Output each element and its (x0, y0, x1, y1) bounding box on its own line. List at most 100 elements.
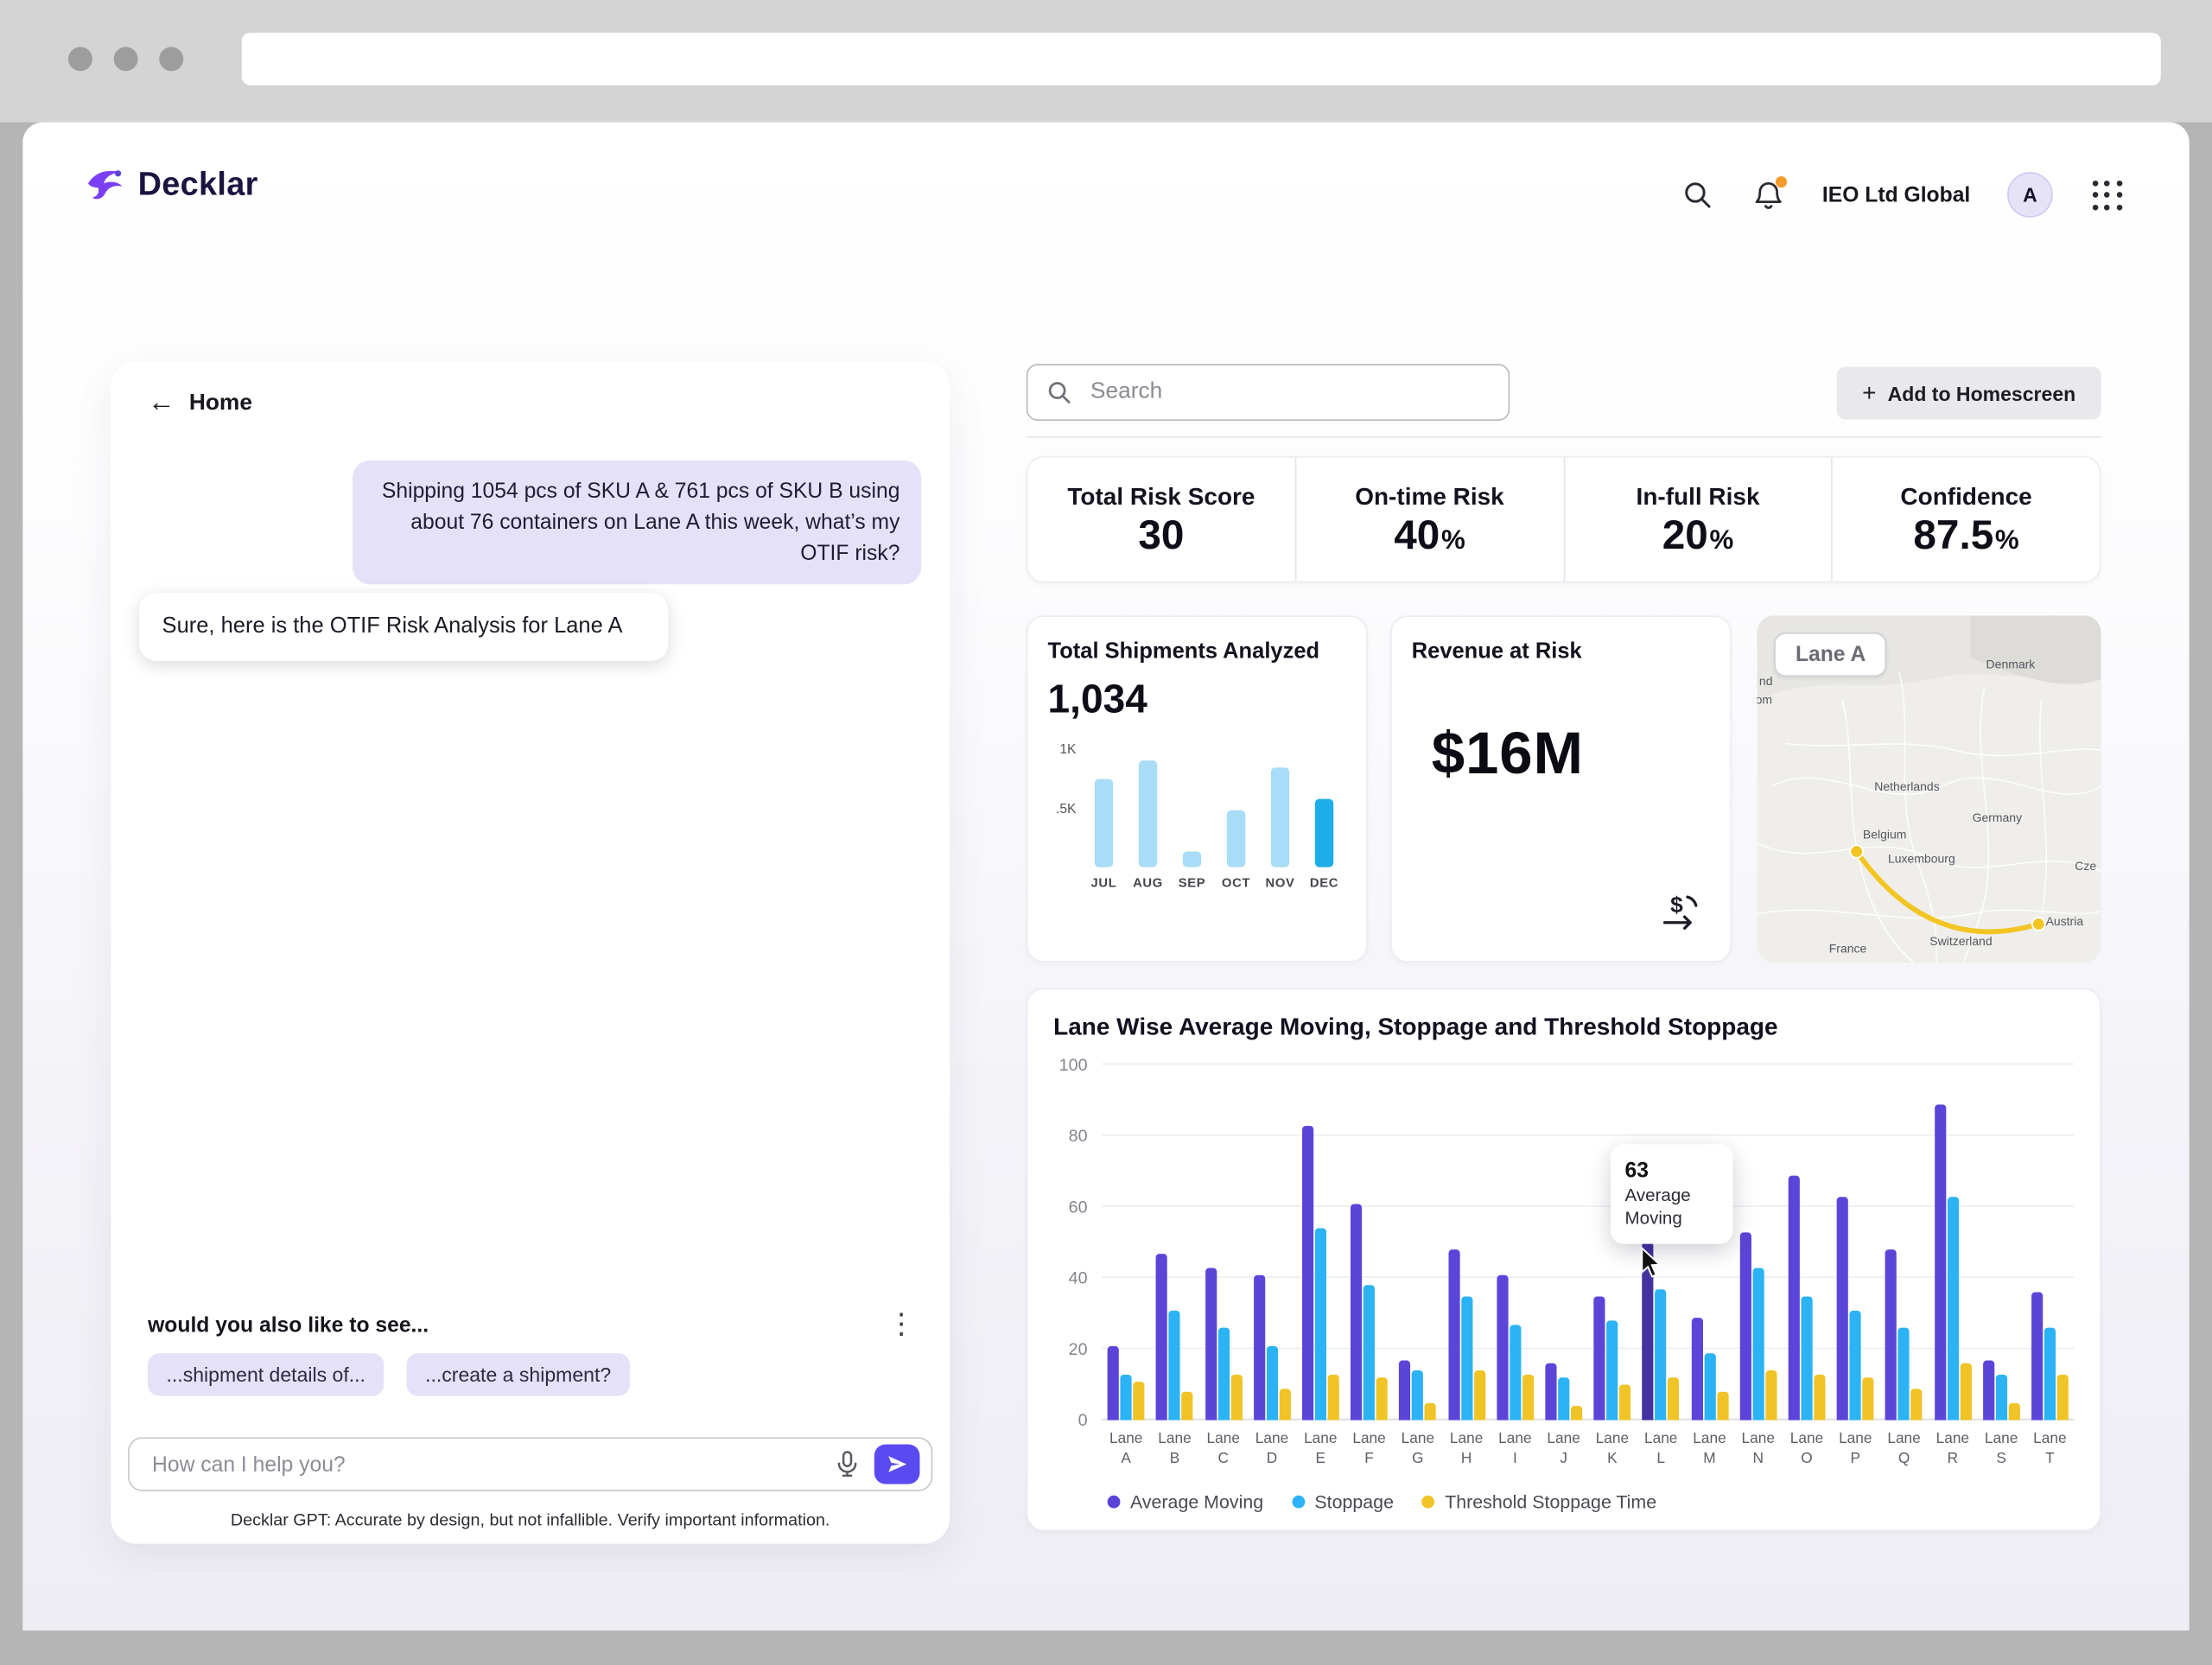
lane-group-e: LaneE (1296, 1064, 1344, 1469)
browser-chrome (0, 0, 2212, 122)
header-search-icon[interactable] (1680, 178, 1713, 212)
xtick-label: LaneN (1742, 1430, 1775, 1469)
microphone-icon[interactable] (829, 1446, 866, 1483)
shipments-title: Total Shipments Analyzed (1048, 639, 1347, 665)
lane-group-j: LaneJ (1540, 1064, 1588, 1469)
bar-threshold-stoppage-time (1571, 1406, 1582, 1420)
tooltip-value: 63 (1625, 1159, 1719, 1183)
legend-dot (1292, 1496, 1305, 1509)
window-close-button[interactable] (68, 47, 92, 71)
xtick-label: LaneE (1304, 1430, 1337, 1469)
mini-bar-slot (1258, 742, 1302, 867)
bar-threshold-stoppage-time (1522, 1374, 1534, 1420)
bar-stoppage (1606, 1320, 1618, 1420)
bar-average-moving (1545, 1363, 1556, 1420)
lane-group-m: LaneM (1685, 1064, 1733, 1469)
bar-group (1205, 1064, 1242, 1420)
decklar-logo[interactable]: Decklar (86, 165, 258, 203)
xtick-label: LaneO (1790, 1430, 1823, 1469)
bar-group (1156, 1064, 1193, 1420)
bar-threshold-stoppage-time (1717, 1392, 1728, 1420)
xtick-label: LaneM (1693, 1430, 1726, 1469)
lane-group-b: LaneB (1150, 1064, 1198, 1469)
lane-chart-card: Lane Wise Average Moving, Stoppage and T… (1027, 988, 2101, 1530)
bar-threshold-stoppage-time (2057, 1374, 2069, 1420)
stat-total-risk-score: Total Risk Score30 (1028, 458, 1295, 581)
stat-confidence: Confidence87.5% (1831, 458, 2100, 581)
xtick-label: LaneK (1596, 1430, 1629, 1469)
org-name[interactable]: IEO Ltd Global (1822, 182, 1970, 207)
window-maximize-button[interactable] (159, 47, 183, 71)
xtick-label: LaneH (1450, 1430, 1483, 1469)
apps-grid-icon[interactable] (2090, 178, 2124, 212)
xtick-label: LaneF (1352, 1430, 1385, 1469)
send-button[interactable] (874, 1445, 920, 1484)
bar-average-moving (1156, 1253, 1167, 1420)
bar-threshold-stoppage-time (1765, 1370, 1777, 1420)
bar-group (2031, 1064, 2069, 1420)
route-origin-dot (1850, 845, 1863, 858)
bar-group (1739, 1064, 1777, 1420)
legend-dot (1108, 1496, 1121, 1509)
lane-group-n: LaneN (1734, 1064, 1783, 1469)
lane-group-o: LaneO (1783, 1064, 1831, 1469)
suggestions-intro: would you also like to see... (148, 1312, 429, 1337)
xtick-label: LaneG (1402, 1430, 1434, 1469)
suggestion-chip-0[interactable]: ...shipment details of... (148, 1353, 384, 1395)
bar-average-moving (1789, 1175, 1800, 1420)
month-label: NOV (1258, 875, 1302, 889)
bar-average-moving (1739, 1232, 1751, 1420)
window-controls (68, 47, 183, 71)
back-home-button[interactable]: ← Home (148, 390, 252, 416)
legend-average-moving: Average Moving (1108, 1491, 1264, 1513)
screen: Decklar IEO Ltd Global A (0, 0, 2212, 1665)
bar-stoppage (1461, 1296, 1472, 1420)
window-minimize-button[interactable] (114, 47, 138, 71)
mini-bar-slot (1170, 742, 1214, 867)
bar-stoppage (1169, 1310, 1180, 1420)
notifications-bell-icon[interactable] (1751, 178, 1785, 212)
header-actions: IEO Ltd Global A (1680, 170, 2124, 219)
month-label: OCT (1214, 875, 1258, 889)
bar-threshold-stoppage-time (1279, 1389, 1290, 1420)
bar-average-moving (1108, 1345, 1119, 1420)
map-label-om: om (1758, 691, 1772, 705)
bar-average-moving (2031, 1293, 2043, 1420)
lane-map-card[interactable]: DenmarkndomNetherlandsGermanyBelgiumLuxe… (1758, 615, 2101, 962)
lane-group-h: LaneH (1442, 1064, 1491, 1469)
map-label-austria: Austria (2046, 913, 2084, 927)
currency-transfer-icon: $ (1656, 892, 1707, 944)
bar-group (1545, 1064, 1582, 1420)
tooltip-label: Average Moving (1625, 1185, 1702, 1230)
bar-stoppage (1704, 1352, 1715, 1420)
avatar[interactable]: A (2007, 172, 2053, 218)
risk-stats-card: Total Risk Score30On-time Risk40%In-full… (1027, 456, 2101, 582)
bar-average-moving (1448, 1249, 1459, 1420)
bar-stoppage (1558, 1377, 1569, 1420)
bar-threshold-stoppage-time (1862, 1377, 1873, 1420)
chat-input[interactable] (149, 1451, 829, 1478)
bar-threshold-stoppage-time (1668, 1377, 1679, 1420)
ytick-80: 80 (1069, 1126, 1088, 1146)
shipments-bar-oct (1227, 810, 1245, 867)
stat-in-full-risk: In-full Risk20% (1563, 458, 1832, 581)
browser-url-bar[interactable] (242, 33, 2161, 86)
bar-stoppage (1947, 1196, 1958, 1420)
bar-threshold-stoppage-time (1619, 1384, 1630, 1420)
suggestion-chip-1[interactable]: ...create a shipment? (407, 1353, 630, 1395)
chart-tooltip: 63 Average Moving (1611, 1144, 1732, 1244)
add-to-homescreen-button[interactable]: + Add to Homescreen (1837, 366, 2101, 419)
lane-group-k: LaneK (1588, 1064, 1637, 1469)
bar-average-moving (1254, 1274, 1265, 1420)
bar-group (1108, 1064, 1145, 1420)
bar-threshold-stoppage-time (1182, 1392, 1193, 1420)
xtick-label: LaneS (1985, 1430, 2018, 1469)
stat-label: In-full Risk (1637, 483, 1760, 512)
legend-dot (1422, 1496, 1435, 1509)
lane-group-c: LaneC (1199, 1064, 1248, 1469)
bar-average-moving (1302, 1125, 1313, 1420)
xtick-label: LaneB (1158, 1430, 1191, 1469)
map-label-cze: Cze (2075, 858, 2096, 872)
more-options-icon[interactable]: ⋮ (881, 1311, 921, 1339)
search-input[interactable] (1088, 378, 1491, 407)
